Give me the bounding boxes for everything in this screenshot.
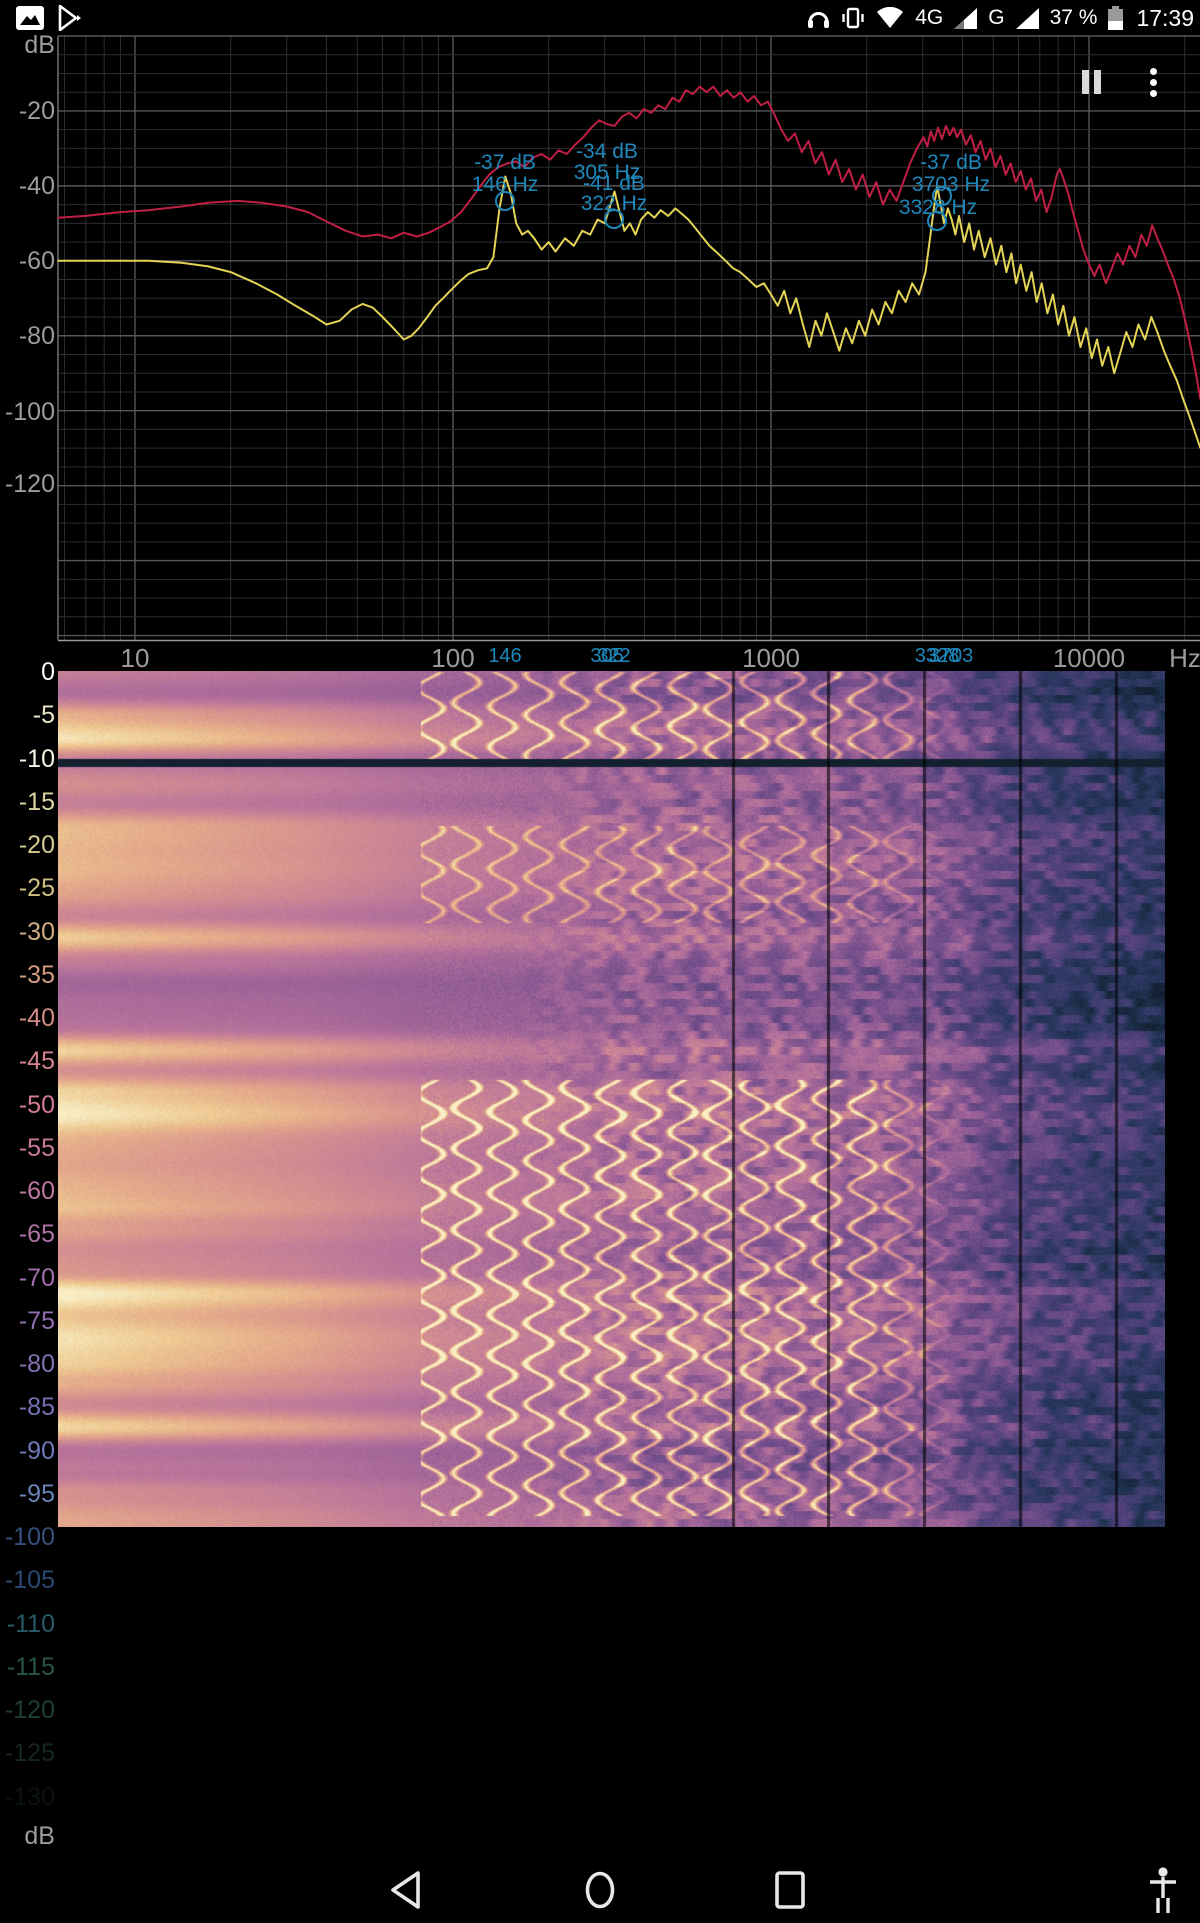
legend-db-label: -50 [18, 1090, 55, 1119]
legend-db-label: -95 [18, 1479, 55, 1508]
legend-db-label: -110 [6, 1609, 55, 1638]
legend-db-label: -20 [18, 831, 55, 859]
chart-marker-freq-label: 146 [488, 645, 522, 667]
overflow-dot-icon [1150, 79, 1157, 86]
legend-db-label: -65 [18, 1220, 55, 1249]
legend-db-label: -85 [18, 1393, 55, 1422]
home-icon [585, 1871, 615, 1909]
peak-hold-trace [57, 85, 1200, 400]
chart-y-label: -20 [18, 97, 55, 125]
chart-x-label: Hz [1169, 643, 1200, 673]
chart-marker-freq-label: 3703 [928, 645, 974, 667]
legend-db-label: -75 [18, 1306, 55, 1335]
marker-readout-label: 3328 Hz [898, 196, 978, 219]
legend-db-label: 0 [41, 658, 55, 686]
chart-y-label: -100 [4, 398, 55, 426]
spectrum-plot[interactable] [0, 0, 1200, 680]
legend-db-label: -60 [18, 1177, 55, 1205]
legend-db-label: -40 [18, 1004, 55, 1032]
legend-db-label: -90 [18, 1436, 55, 1465]
legend-db-label: -30 [18, 917, 55, 946]
overflow-menu-button[interactable] [1141, 62, 1167, 102]
legend-db-label: -70 [18, 1263, 55, 1292]
legend-db-label: -105 [4, 1566, 55, 1595]
marker-readout-label: 146 Hz [471, 173, 539, 196]
chart-x-label: 10000 [1052, 643, 1126, 673]
legend-db-label: -120 [4, 1696, 55, 1724]
chart-x-label: 10 [120, 643, 150, 673]
legend-db-label: -100 [4, 1523, 55, 1551]
legend-db-label: -45 [18, 1047, 55, 1076]
chart-marker-freq-label: 322 [597, 645, 631, 667]
legend-db-label: -10 [18, 744, 55, 773]
legend-db-label: -130 [4, 1782, 55, 1811]
overflow-dot-icon [1150, 68, 1157, 75]
legend-db-label: -35 [18, 960, 55, 989]
back-button[interactable] [370, 1860, 450, 1920]
marker-readout-label: -41 dB [583, 172, 645, 195]
recent-apps-icon [775, 1871, 805, 1909]
navigation-bar [0, 1860, 1200, 1920]
marker-readout-label: -37 dB [474, 151, 536, 174]
live-spectrum-trace [57, 175, 1200, 449]
back-icon [391, 1871, 420, 1909]
legend-db-label: -15 [18, 787, 55, 816]
marker-readout-label: 3703 Hz [911, 173, 991, 196]
overflow-dot-icon [1150, 90, 1157, 97]
home-button[interactable] [560, 1860, 640, 1920]
legend-db-label: -5 [32, 701, 55, 730]
chart-y-label: -120 [4, 470, 55, 498]
accessibility-icon [1150, 1867, 1176, 1913]
legend-db-label: -115 [6, 1652, 55, 1681]
pause-button[interactable] [1076, 64, 1110, 98]
marker-readout-label: 322 Hz [580, 192, 648, 215]
marker-readout-label: -37 dB [920, 151, 982, 174]
chart-y-label: -60 [18, 247, 55, 275]
chart-x-label: 1000 [742, 643, 800, 673]
legend-db-label: -125 [4, 1739, 55, 1768]
spectrogram-unit-label: dB [24, 1822, 55, 1850]
accessibility-button[interactable] [1123, 1860, 1200, 1920]
chart-y-label: -40 [18, 172, 55, 200]
pause-bar-icon [1082, 70, 1089, 94]
recent-apps-button[interactable] [750, 1860, 830, 1920]
spectrogram-canvas[interactable] [58, 671, 1165, 1527]
chart-y-label: -80 [18, 322, 55, 350]
legend-db-label: -25 [18, 874, 55, 903]
legend-db-label: -55 [18, 1133, 55, 1162]
marker-readout-label: -34 dB [576, 140, 638, 163]
chart-y-unit-label: dB [24, 31, 55, 59]
pause-bar-icon [1094, 70, 1101, 94]
chart-x-label: 100 [431, 643, 475, 673]
legend-db-label: -80 [18, 1350, 55, 1378]
